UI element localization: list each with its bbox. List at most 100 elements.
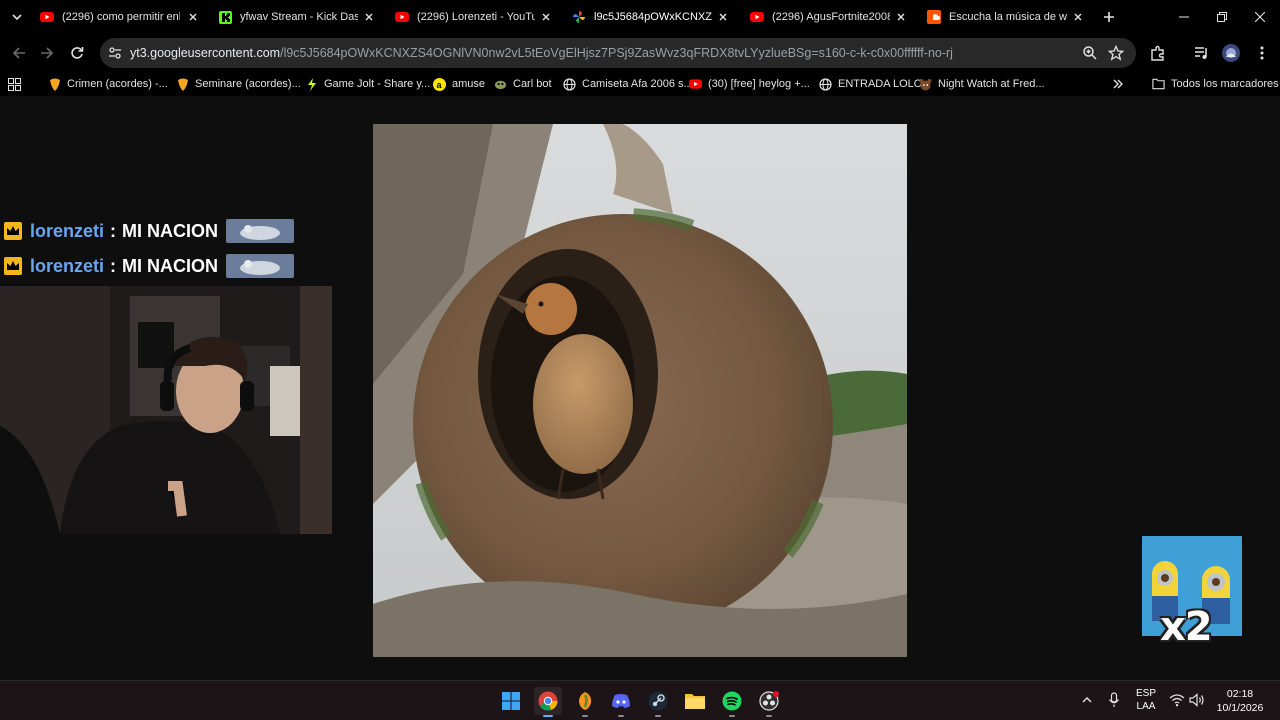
new-tab-button[interactable] xyxy=(1100,8,1118,26)
url-host: yt3.googleusercontent.com xyxy=(130,46,281,60)
taskbar-chrome[interactable] xyxy=(534,687,562,717)
bookmark-5[interactable]: Carl bot xyxy=(494,76,552,92)
minimize-button[interactable] xyxy=(1176,9,1192,25)
youtube-icon xyxy=(40,10,54,24)
wifi-button[interactable] xyxy=(1168,691,1186,709)
bird-nest-image[interactable] xyxy=(373,124,907,657)
tab-search-button[interactable] xyxy=(6,6,28,28)
tab-title: (2296) Lorenzeti - YouTube xyxy=(417,11,535,23)
amuse-icon: a xyxy=(433,77,446,91)
arrow-right-icon xyxy=(41,47,54,59)
forward-button[interactable] xyxy=(36,42,58,64)
tab-5[interactable]: (2296) AgusFortnite2008 - xyxy=(750,4,908,30)
taskbar-file-explorer[interactable] xyxy=(681,687,709,715)
apps-grid-icon xyxy=(8,77,21,91)
fl-studio-icon xyxy=(579,692,592,710)
bookmark-label: Carl bot xyxy=(513,78,552,90)
taskbar-discord[interactable] xyxy=(607,687,635,717)
running-indicator xyxy=(618,715,624,717)
tab-1[interactable]: (2296) como permitir enlac xyxy=(40,4,200,30)
close-tab-icon[interactable] xyxy=(362,10,376,24)
bookmarks-overflow-button[interactable] xyxy=(1112,76,1124,92)
clock-time: 02:18 xyxy=(1226,688,1254,700)
tab-title: Escucha la música de wav xyxy=(949,11,1067,23)
youtube-icon xyxy=(689,78,702,91)
chevron-up-icon xyxy=(1082,697,1092,703)
tab-2[interactable]: yfwav Stream - Kick Dashb xyxy=(218,4,376,30)
start-button[interactable] xyxy=(497,687,525,715)
show-hidden-icons-button[interactable] xyxy=(1078,691,1096,709)
volume-button[interactable] xyxy=(1188,691,1206,709)
chat-message: lorenzeti : MI NACION xyxy=(4,217,295,245)
bookmark-9[interactable]: Night Watch at Fred... xyxy=(919,76,1045,92)
tab-3[interactable]: (2296) Lorenzeti - YouTube xyxy=(395,4,553,30)
chat-username: lorenzeti xyxy=(30,255,105,276)
zoom-icon[interactable] xyxy=(1082,45,1098,61)
bookmark-6[interactable]: Camiseta Afa 2006 s... xyxy=(563,76,693,92)
bookmark-label: Game Jolt - Share y... xyxy=(324,78,431,90)
bookmark-7[interactable]: (30) [free] heylog +... xyxy=(689,76,810,92)
bookmark-3[interactable]: Game Jolt - Share y... xyxy=(305,76,430,92)
tab-6[interactable]: Escucha la música de wav xyxy=(927,4,1085,30)
soundcloud-icon xyxy=(927,10,941,24)
restore-button[interactable] xyxy=(1214,9,1230,25)
profile-avatar[interactable] xyxy=(1221,43,1241,63)
all-bookmarks-button[interactable]: Todos los marcadores xyxy=(1152,76,1279,92)
carlbot-icon xyxy=(494,78,507,91)
emote-image xyxy=(226,219,295,243)
close-tab-icon[interactable] xyxy=(1071,10,1085,24)
tab-strip: (2296) como permitir enlac yfwav Stream … xyxy=(0,0,1280,34)
back-button[interactable] xyxy=(8,42,30,64)
multiplier-text: x2 xyxy=(1160,604,1213,650)
close-icon xyxy=(1255,12,1265,22)
bookmark-star-icon[interactable] xyxy=(1108,45,1124,61)
running-indicator xyxy=(655,715,661,717)
address-bar[interactable]: yt3.googleusercontent.com/l9c5J5684pOWxK… xyxy=(100,38,1136,68)
taskbar-obs[interactable] xyxy=(755,687,783,717)
browser-menu-button[interactable] xyxy=(1252,43,1272,63)
taskbar-spotify[interactable] xyxy=(718,687,746,717)
close-tab-icon[interactable] xyxy=(186,10,200,24)
wifi-icon xyxy=(1169,694,1185,707)
close-window-button[interactable] xyxy=(1252,9,1268,25)
close-tab-icon[interactable] xyxy=(716,10,730,24)
taskbar-fl-studio[interactable] xyxy=(571,687,599,717)
media-controls-button[interactable] xyxy=(1192,43,1212,63)
tab-4-active[interactable]: l9c5J5684pOWxKCNXZS4C xyxy=(572,4,730,30)
chevron-down-icon xyxy=(12,14,22,21)
bookmark-label: Seminare (acordes)... xyxy=(195,78,301,90)
language-code: ESP xyxy=(1135,688,1156,699)
tab-title: yfwav Stream - Kick Dashb xyxy=(240,11,358,23)
input-language-indicator[interactable]: ESP LAA xyxy=(1132,687,1160,713)
obs-icon xyxy=(759,691,779,711)
bookmark-1[interactable]: Crimen (acordes) -... xyxy=(48,76,168,92)
reload-icon xyxy=(71,47,84,59)
bookmark-2[interactable]: Seminare (acordes)... xyxy=(176,76,301,92)
globe-icon xyxy=(819,77,832,91)
close-tab-icon[interactable] xyxy=(539,10,553,24)
windows-taskbar: ESP LAA 02:18 10/1/2026 xyxy=(0,680,1280,720)
chrome-icon xyxy=(538,691,558,711)
extensions-button[interactable] xyxy=(1148,43,1168,63)
tab-title: (2296) como permitir enlac xyxy=(62,11,180,23)
reload-button[interactable] xyxy=(66,42,88,64)
chat-separator: : xyxy=(110,255,117,276)
bookmark-8[interactable]: ENTRADA LOLO xyxy=(819,76,922,92)
tab-title: l9c5J5684pOWxKCNXZS4C xyxy=(594,11,712,23)
bookmark-label: (30) [free] heylog +... xyxy=(708,78,810,90)
url-text[interactable]: yt3.googleusercontent.com/l9c5J5684pOWxK… xyxy=(130,46,953,60)
apps-button[interactable] xyxy=(8,76,21,92)
taskbar-steam[interactable] xyxy=(644,687,672,717)
speaker-icon xyxy=(1189,693,1204,707)
kick-icon xyxy=(218,10,232,24)
system-clock[interactable]: 02:18 10/1/2026 xyxy=(1212,687,1268,715)
bookmark-4[interactable]: a amuse xyxy=(433,76,485,92)
double-chevron-right-icon xyxy=(1113,79,1123,89)
all-bookmarks-label: Todos los marcadores xyxy=(1171,78,1279,90)
site-info-icon[interactable] xyxy=(108,46,122,60)
microphone-button[interactable] xyxy=(1105,691,1123,709)
close-tab-icon[interactable] xyxy=(894,10,908,24)
tab-title: (2296) AgusFortnite2008 - xyxy=(772,11,890,23)
running-indicator xyxy=(729,715,735,717)
browser-toolbar: yt3.googleusercontent.com/l9c5J5684pOWxK… xyxy=(0,34,1280,72)
